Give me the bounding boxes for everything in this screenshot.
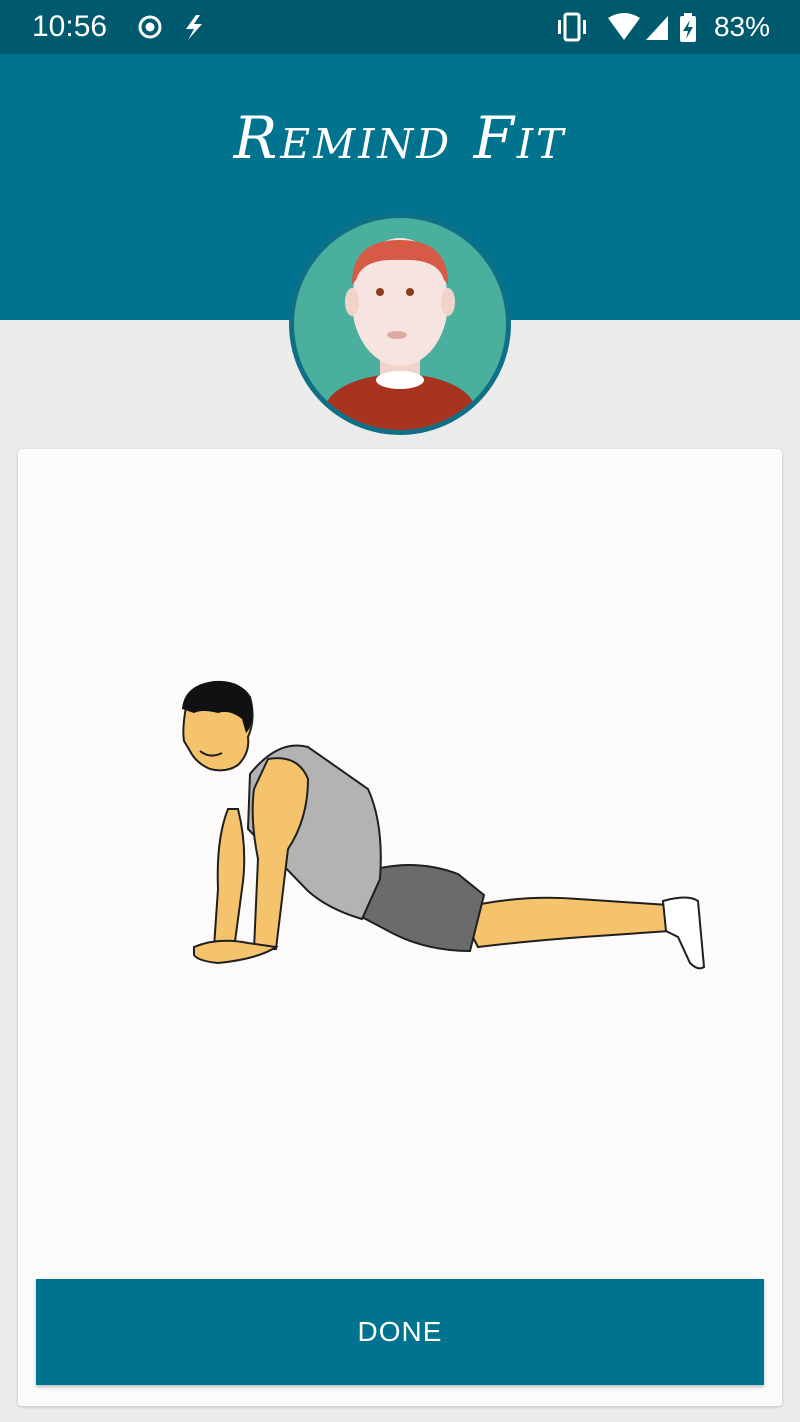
record-icon [138, 15, 162, 39]
push-up-illustration [182, 680, 706, 970]
app-title: Remind Fit [233, 104, 567, 172]
cell-signal-icon [645, 16, 668, 40]
flash-icon [186, 15, 202, 40]
status-bar: 10:56 83% [0, 0, 800, 54]
status-left-icons [138, 15, 202, 40]
battery-percentage: 83% [713, 11, 770, 42]
status-right: 83% [556, 10, 770, 44]
status-time: 10:56 [32, 10, 108, 43]
vibrate-icon [557, 12, 586, 42]
exercise-card: DONE [18, 449, 782, 1406]
wifi-icon [607, 13, 640, 40]
done-button[interactable]: DONE [36, 1279, 764, 1385]
battery-charging-icon [679, 13, 696, 42]
user-avatar-icon[interactable] [288, 212, 512, 436]
